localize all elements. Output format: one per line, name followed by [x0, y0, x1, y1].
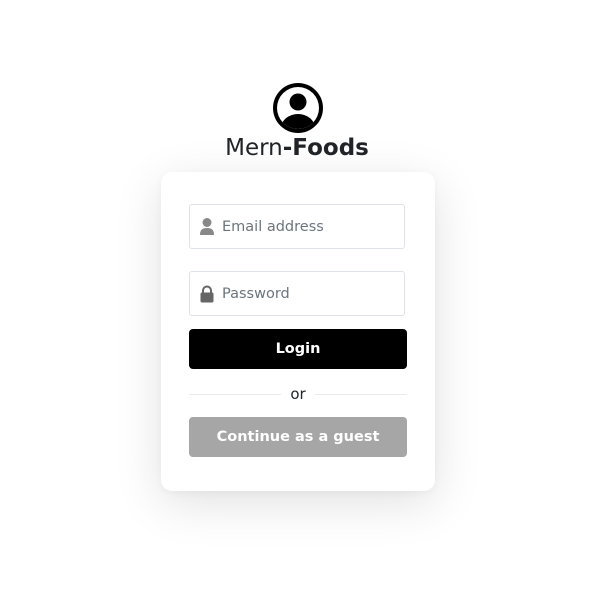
- email-field: [189, 204, 405, 249]
- login-card: Login or Continue as a guest: [161, 172, 435, 491]
- login-page: Mern-Foods Login or Continue as a guest: [0, 0, 594, 590]
- login-button[interactable]: Login: [189, 329, 407, 369]
- guest-login-button[interactable]: Continue as a guest: [189, 417, 407, 457]
- password-field: [189, 271, 405, 316]
- brand-name-bold: -Foods: [282, 135, 369, 161]
- or-divider: or: [189, 384, 407, 404]
- password-input[interactable]: [222, 272, 398, 315]
- divider-text: or: [290, 385, 306, 403]
- lock-icon: [200, 285, 214, 303]
- brand-title: Mern-Foods: [0, 132, 594, 164]
- email-input[interactable]: [222, 205, 398, 248]
- user-circle-icon: [273, 83, 323, 133]
- brand-name-regular: Mern: [225, 135, 283, 161]
- user-icon: [200, 218, 214, 235]
